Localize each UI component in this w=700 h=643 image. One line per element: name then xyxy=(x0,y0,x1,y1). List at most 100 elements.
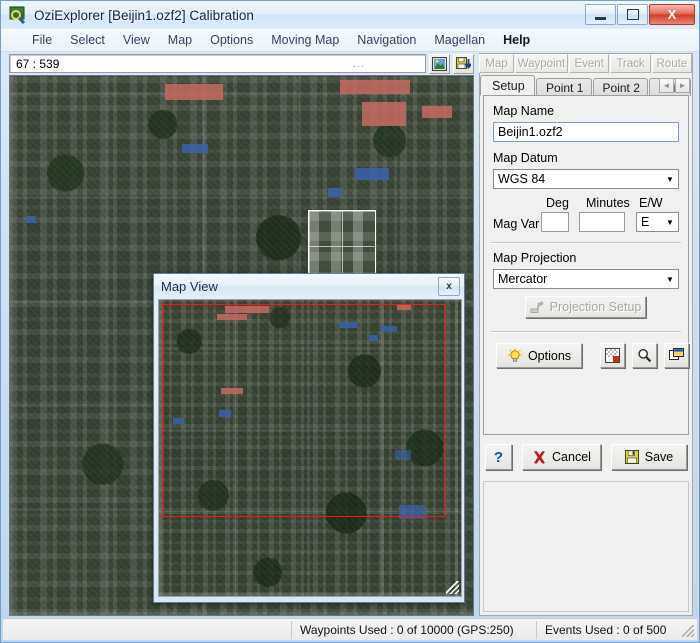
object-button-track[interactable]: Track xyxy=(610,54,651,73)
projection-icon xyxy=(530,301,544,313)
coordinate-value: 67 : 539 xyxy=(16,56,60,71)
maximize-button[interactable] xyxy=(617,4,648,25)
map-datum-value: WGS 84 xyxy=(498,172,546,186)
chevron-down-icon: ▼ xyxy=(666,174,674,184)
panel-empty-area xyxy=(483,481,689,612)
projection-setup-button[interactable]: Projection Setup xyxy=(525,296,646,318)
map-name-label: Map Name xyxy=(493,104,555,118)
save-map-button[interactable] xyxy=(453,53,474,74)
oziexplorer-icon xyxy=(9,6,27,24)
menu-item-help[interactable]: Help xyxy=(494,31,539,49)
map-projection-select[interactable]: Mercator ▼ xyxy=(493,269,679,289)
action-button-row: ? Cancel Save xyxy=(483,442,689,475)
map-view-close-button[interactable]: x xyxy=(438,277,460,296)
mag-var-deg-input[interactable] xyxy=(541,212,569,232)
coordinate-dots: ... xyxy=(352,57,365,70)
map-view-title-bar: Map View x xyxy=(154,274,464,298)
menu-item-map[interactable]: Map xyxy=(159,31,201,49)
map-datum-select[interactable]: WGS 84 ▼ xyxy=(493,169,679,189)
minutes-label: Minutes xyxy=(586,196,630,210)
map-projection-label: Map Projection xyxy=(493,251,577,265)
lightbulb-icon xyxy=(507,347,522,362)
map-feature xyxy=(395,450,411,460)
menu-bar: File Select View Map Options Moving Map Naviga… xyxy=(1,29,699,52)
grid-setup-button[interactable] xyxy=(600,343,625,368)
map-name-input[interactable] xyxy=(493,122,679,142)
mag-var-minutes-input[interactable] xyxy=(579,212,625,232)
window-copy-button[interactable] xyxy=(664,343,689,368)
save-label: Save xyxy=(644,450,674,464)
options-button[interactable]: Options xyxy=(496,343,582,368)
object-button-route[interactable]: Route xyxy=(651,54,693,73)
divider xyxy=(491,331,681,333)
map-feature xyxy=(399,505,425,519)
status-events: Events Used : 0 of 500 xyxy=(536,620,700,639)
object-button-map[interactable]: Map xyxy=(479,54,514,73)
map-feature xyxy=(328,188,342,197)
map-feature xyxy=(173,418,184,424)
menu-item-magellan[interactable]: Magellan xyxy=(425,31,494,49)
map-view-canvas[interactable] xyxy=(158,299,462,597)
close-button[interactable]: X xyxy=(649,4,695,25)
chevron-down-icon: ▼ xyxy=(666,217,674,227)
tab-scroll-right-button[interactable]: ► xyxy=(675,78,690,93)
image-thumbnail-icon xyxy=(432,56,447,71)
map-feature xyxy=(397,305,411,310)
map-feature xyxy=(219,410,231,417)
chevron-down-icon: ▼ xyxy=(666,274,674,284)
tab-point-2[interactable]: Point 2 xyxy=(592,78,648,96)
map-feature xyxy=(355,168,389,180)
tab-scroll-left-button[interactable]: ◄ xyxy=(659,78,674,93)
status-waypoints: Waypoints Used : 0 of 10000 (GPS:250) xyxy=(291,620,536,639)
divider xyxy=(491,242,681,244)
map-feature xyxy=(182,144,208,153)
map-view-imagery xyxy=(159,300,461,596)
window-copy-icon xyxy=(669,348,684,360)
mag-var-ew-value: E xyxy=(641,215,650,229)
tab-strip: SetupPoint 1Point 2Point 3 ◄ ► xyxy=(480,75,692,96)
cancel-button[interactable]: Cancel xyxy=(522,444,601,470)
title-bar: OziExplorer [Beijin1.ozf2] Calibration X xyxy=(1,1,699,29)
application-window: OziExplorer [Beijin1.ozf2] Calibration X… xyxy=(0,0,700,643)
help-button[interactable]: ? xyxy=(485,444,512,470)
menu-item-navigation[interactable]: Navigation xyxy=(348,31,425,49)
setup-tab-page: Map Name Map Datum WGS 84 ▼ Deg Minutes … xyxy=(483,95,689,435)
window-resize-grip[interactable] xyxy=(682,625,694,637)
map-view-window: Map View x xyxy=(153,273,465,603)
magnifier-icon xyxy=(638,349,652,363)
zoom-button[interactable] xyxy=(632,343,657,368)
map-feature xyxy=(369,335,378,341)
show-image-button[interactable] xyxy=(429,53,450,74)
map-feature xyxy=(221,388,243,394)
tab-point-1[interactable]: Point 1 xyxy=(536,78,592,96)
object-button-event[interactable]: Event xyxy=(568,54,610,73)
map-feature xyxy=(217,314,247,320)
menu-item-moving-map[interactable]: Moving Map xyxy=(262,31,348,49)
calibration-panel: Map Waypoint Event Track Route Setup Point 1P… xyxy=(479,53,693,616)
status-spacer xyxy=(3,621,291,639)
map-feature xyxy=(422,106,452,118)
object-button-waypoint[interactable]: Waypoint xyxy=(514,54,568,73)
save-down-icon xyxy=(456,56,471,69)
tab-setup[interactable]: Setup xyxy=(480,75,536,96)
menu-item-view[interactable]: View xyxy=(114,31,159,49)
save-button[interactable]: Save xyxy=(611,444,687,470)
mag-var-ew-select[interactable]: E ▼ xyxy=(636,212,679,232)
minimize-button[interactable] xyxy=(585,4,616,25)
map-view-resize-grip[interactable] xyxy=(446,581,459,594)
grid-icon xyxy=(605,348,620,363)
map-feature xyxy=(225,306,269,313)
map-feature xyxy=(26,216,36,223)
coordinate-bar: 67 : 539 ... xyxy=(9,53,474,74)
map-feature xyxy=(339,322,357,328)
floppy-disk-icon xyxy=(624,449,639,464)
menu-item-select[interactable]: Select xyxy=(61,31,114,49)
options-label: Options xyxy=(527,348,572,363)
map-view-title: Map View xyxy=(161,278,218,294)
mag-var-label: Mag Var xyxy=(493,217,540,231)
menu-item-options[interactable]: Options xyxy=(201,31,262,49)
cancel-label: Cancel xyxy=(552,450,591,464)
map-feature xyxy=(362,102,406,126)
map-projection-value: Mercator xyxy=(498,272,548,286)
menu-item-file[interactable]: File xyxy=(23,31,61,49)
